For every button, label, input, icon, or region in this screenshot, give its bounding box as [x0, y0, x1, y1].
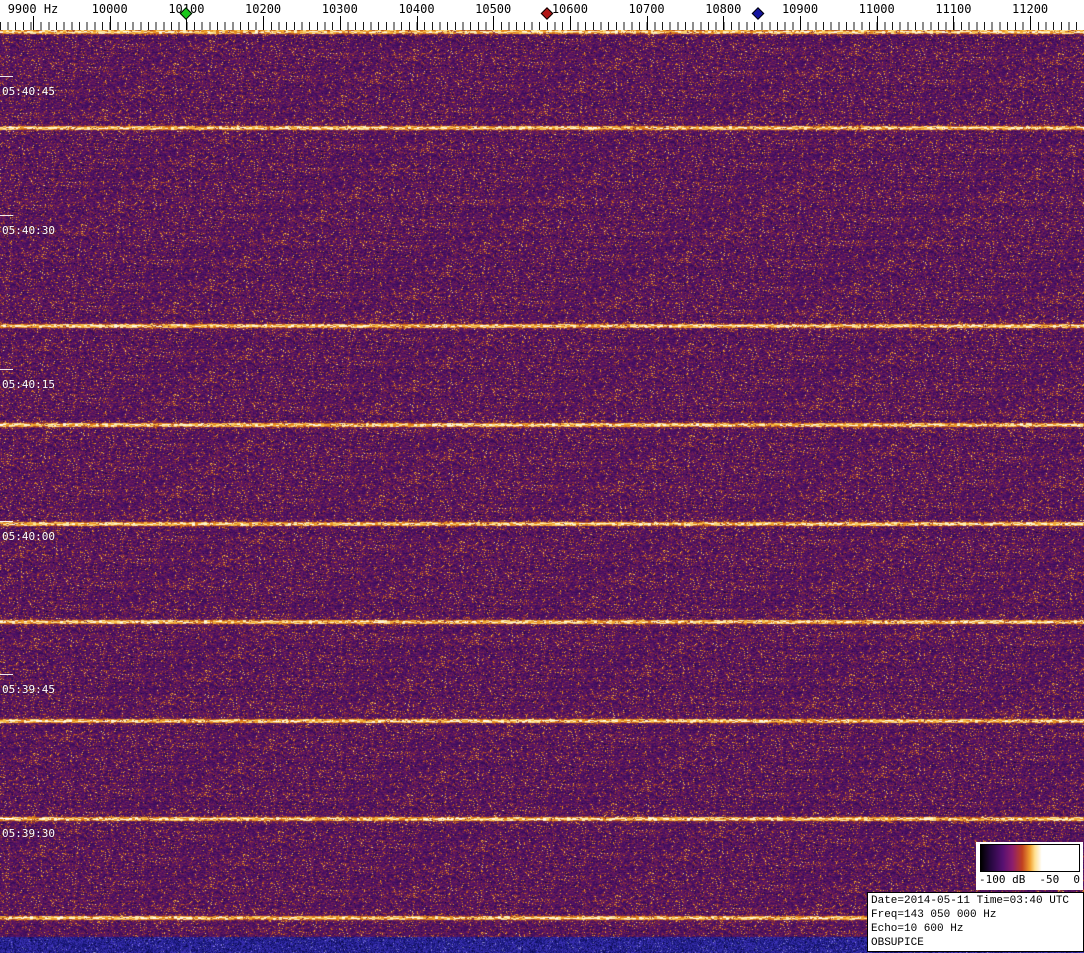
freq-tick-label: 11000 — [858, 2, 895, 16]
freq-tick-label: 9900 Hz — [7, 2, 59, 16]
freq-major-tick — [723, 16, 725, 30]
scale-min-label: -100 dB — [979, 873, 1026, 886]
frequency-minor-ticks — [0, 22, 1084, 30]
amplitude-gradient-bar — [979, 844, 1080, 872]
scale-max-label: 0 — [1073, 873, 1080, 886]
freq-tick-label: 10200 — [245, 2, 282, 16]
observation-info-box: Date=2014-05-11 Time=03:40 UTC Freq=143 … — [867, 892, 1084, 952]
freq-major-tick — [33, 16, 34, 30]
info-date-time: Date=2014-05-11 Time=03:40 UTC — [871, 895, 1070, 907]
freq-tick-label: 10300 — [321, 2, 358, 16]
freq-tick-label: 11100 — [935, 2, 972, 16]
freq-tick-label: 10600 — [551, 2, 588, 16]
freq-tick-label: 10900 — [781, 2, 819, 16]
radio-spectrogram-window: 9900 Hz100001010010200103001040010500106… — [0, 0, 1084, 953]
info-frequency: Freq=143 050 000 Hz — [871, 909, 997, 921]
freq-major-tick — [953, 16, 955, 30]
spectrogram-canvas[interactable] — [0, 30, 1084, 953]
freq-major-tick — [569, 16, 571, 30]
freq-major-tick — [416, 16, 418, 30]
freq-major-tick — [109, 16, 111, 30]
freq-major-tick — [339, 16, 341, 30]
amplitude-scale-labels: -100 dB -50 0 — [979, 873, 1080, 886]
freq-major-tick — [263, 16, 265, 30]
info-station: OBSUPICE — [871, 937, 924, 949]
freq-tick-label: 10000 — [91, 2, 128, 16]
freq-major-tick — [646, 16, 648, 30]
frequency-ruler[interactable]: 9900 Hz100001010010200103001040010500106… — [0, 0, 1084, 30]
freq-major-tick — [800, 16, 801, 30]
freq-major-tick — [1030, 16, 1032, 30]
freq-tick-label: 10700 — [628, 2, 665, 16]
freq-major-tick — [876, 16, 878, 30]
info-echo: Echo=10 600 Hz — [871, 923, 964, 935]
waterfall-display[interactable]: 05:40:45 05:40:30 05:40:15 05:40:00 05:39:45… — [0, 30, 1084, 953]
scale-mid-label: -50 — [1039, 873, 1060, 886]
freq-tick-label: 11200 — [1012, 2, 1049, 16]
freq-tick-label: 10800 — [705, 2, 742, 16]
blue-frequency-marker[interactable] — [751, 7, 765, 20]
freq-major-tick — [493, 16, 495, 30]
freq-tick-label: 10400 — [398, 2, 435, 16]
amplitude-colorbar: -100 dB -50 0 — [976, 842, 1083, 890]
freq-tick-label: 10500 — [475, 2, 512, 16]
